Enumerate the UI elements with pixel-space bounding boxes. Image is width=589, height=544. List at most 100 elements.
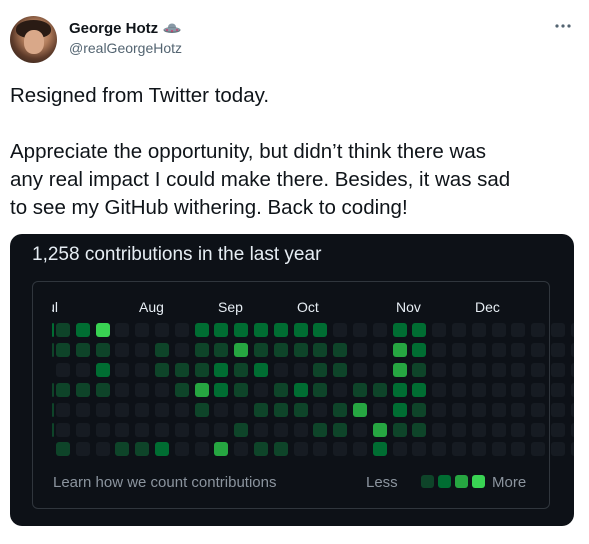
display-name[interactable]: George Hotz	[69, 20, 158, 37]
learn-contributions-link[interactable]: Learn how we count contributions	[53, 474, 276, 491]
contribution-cell	[95, 442, 110, 457]
contribution-cell	[174, 362, 189, 377]
contribution-cell	[511, 323, 526, 337]
contribution-cell	[155, 323, 169, 337]
legend-cell-level2	[438, 475, 451, 488]
user-handle[interactable]: @realGeorgeHotz	[69, 40, 182, 56]
contribution-cell	[353, 362, 367, 377]
contribution-cell	[115, 422, 130, 437]
contribution-cell	[471, 422, 486, 437]
contribution-cell	[392, 323, 407, 337]
legend-less-label: Less	[366, 474, 398, 491]
contribution-cell	[372, 422, 387, 437]
contribution-cell	[174, 342, 189, 357]
contribution-cell	[234, 442, 249, 457]
contribution-cell	[115, 382, 130, 397]
contribution-cell	[56, 442, 70, 457]
legend-cell-level3	[455, 475, 468, 488]
contribution-cell	[412, 442, 427, 457]
contribution-cell	[392, 442, 407, 457]
contribution-cell	[155, 342, 169, 357]
contribution-cell	[75, 342, 90, 357]
contribution-cell	[333, 362, 348, 377]
contribution-cell	[551, 362, 565, 377]
contribution-cell	[491, 362, 506, 377]
tweet-image[interactable]: 1,258 contributions in the last year Jul…	[10, 234, 574, 526]
contribution-cell	[491, 422, 506, 437]
contribution-cell	[452, 362, 466, 377]
contribution-cell	[392, 382, 407, 397]
contribution-cell	[511, 402, 526, 417]
contribution-cell	[174, 442, 189, 457]
contribution-cell	[194, 382, 209, 397]
contribution-cell	[432, 422, 447, 437]
contribution-cell	[273, 362, 288, 377]
contribution-cell	[452, 402, 466, 417]
contribution-cell	[511, 342, 526, 357]
contribution-cell	[254, 442, 268, 457]
contribution-cell	[353, 382, 367, 397]
contribution-cell	[551, 402, 565, 417]
flying-saucer-icon	[163, 20, 181, 36]
month-label: Aug	[139, 299, 164, 315]
contribution-cell	[452, 323, 466, 337]
contribution-cell	[333, 342, 348, 357]
contribution-cell	[234, 362, 249, 377]
contribution-cell	[273, 422, 288, 437]
contribution-cell	[293, 362, 308, 377]
contribution-cell	[75, 422, 90, 437]
contribution-cell	[452, 342, 466, 357]
contribution-cell	[570, 402, 574, 417]
contribution-cell	[432, 382, 447, 397]
contribution-cell	[194, 422, 209, 437]
contribution-cell	[570, 422, 574, 437]
contribution-cell	[194, 442, 209, 457]
contribution-cell	[56, 382, 70, 397]
contribution-cell	[214, 442, 229, 457]
ellipsis-icon	[555, 24, 571, 28]
month-label: Sep	[218, 299, 243, 315]
contribution-cell	[511, 362, 526, 377]
contribution-cell	[95, 362, 110, 377]
contribution-cell	[471, 442, 486, 457]
contribution-cell	[353, 402, 367, 417]
contribution-cell	[75, 382, 90, 397]
contribution-cell	[551, 442, 565, 457]
contribution-cell	[214, 422, 229, 437]
contribution-cell	[214, 382, 229, 397]
contribution-cell	[333, 382, 348, 397]
month-label: Dec	[475, 299, 500, 315]
contribution-cell	[52, 402, 54, 417]
contribution-cell	[234, 323, 249, 337]
contribution-cell	[471, 342, 486, 357]
contribution-cell	[412, 382, 427, 397]
contribution-cell	[531, 323, 546, 337]
avatar[interactable]	[10, 16, 57, 63]
contribution-cell	[570, 323, 574, 337]
contribution-cell	[194, 342, 209, 357]
contribution-cell	[273, 442, 288, 457]
contribution-cell	[511, 442, 526, 457]
contribution-cell	[353, 342, 367, 357]
contribution-cell	[52, 382, 54, 397]
contribution-cell	[372, 362, 387, 377]
contribution-cell	[135, 382, 150, 397]
contribution-cell	[56, 422, 70, 437]
contribution-cell	[135, 422, 150, 437]
more-options-button[interactable]	[553, 18, 573, 34]
contribution-cell	[531, 362, 546, 377]
contribution-cell	[135, 342, 150, 357]
contribution-cell	[531, 342, 546, 357]
contribution-cell	[293, 422, 308, 437]
contribution-cell	[333, 323, 348, 337]
contribution-cell	[56, 402, 70, 417]
contribution-cell	[95, 382, 110, 397]
contribution-cell	[115, 402, 130, 417]
contribution-cell	[273, 402, 288, 417]
contribution-cell	[135, 442, 150, 457]
contribution-cell	[214, 362, 229, 377]
contribution-cell	[56, 362, 70, 377]
month-label: Oct	[297, 299, 319, 315]
contribution-cell	[452, 422, 466, 437]
contribution-cell	[115, 323, 130, 337]
